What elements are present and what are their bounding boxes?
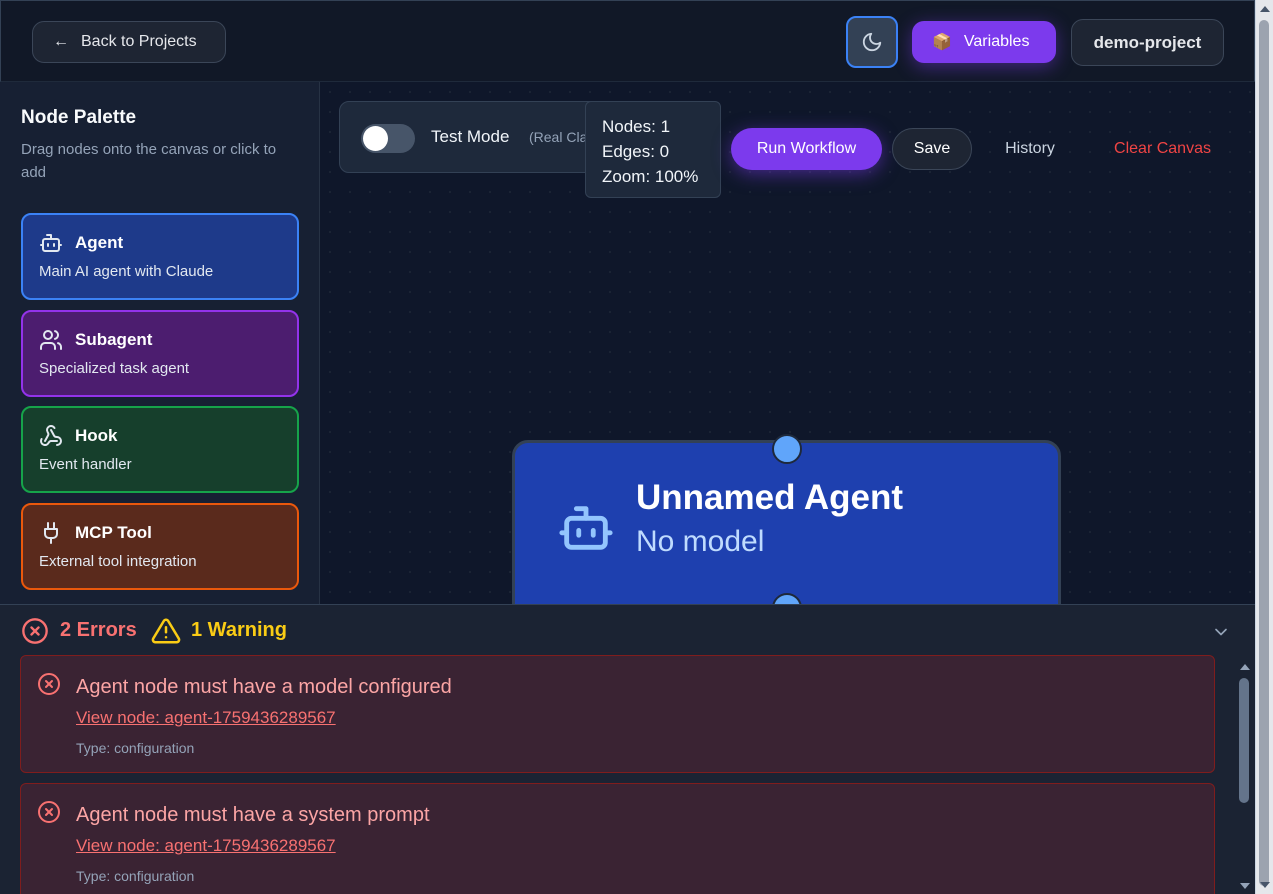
back-label: Back to Projects [81,33,197,50]
scrollbar-thumb[interactable] [1239,678,1249,803]
error-count: 2 Errors [60,619,137,641]
canvas-stats-tooltip: Nodes: 1 Edges: 0 Zoom: 100% [585,101,721,198]
test-mode-panel: Test Mode (Real Cla [339,101,609,173]
back-to-projects-button[interactable]: ← Back to Projects [32,21,226,63]
robot-icon [559,506,613,550]
palette-item-desc: External tool integration [39,553,197,570]
validation-header[interactable]: 2 Errors 1 Warning [0,605,1255,655]
palette-item-name: Subagent [75,330,153,349]
error-card: Agent node must have a system prompt Vie… [20,783,1215,894]
error-type: Type: configuration [76,868,195,884]
view-node-link[interactable]: View node: agent-1759436289567 [76,708,336,728]
errors-scrollbar[interactable] [1235,660,1255,894]
page-scrollbar-thumb[interactable] [1259,20,1269,886]
palette-item-mcp-tool[interactable]: MCP Tool External tool integration [21,503,299,590]
save-button[interactable]: Save [892,128,972,170]
test-mode-toggle[interactable] [361,124,415,153]
package-icon: 📦 [932,34,952,51]
node-title: Unnamed Agent [636,478,904,517]
palette-subtitle: Drag nodes onto the canvas or click to a… [21,141,277,181]
palette-item-agent[interactable]: Agent Main AI agent with Claude [21,213,299,300]
zoom-level: Zoom: 100% [602,167,699,186]
palette-item-hook[interactable]: Hook Event handler [21,406,299,493]
error-message: Agent node must have a system prompt [76,804,430,826]
app-root: ← Back to Projects 📦 Variables demo-proj… [0,0,1273,894]
node-input-handle[interactable] [772,434,802,464]
scroll-up-arrow-icon[interactable] [1260,6,1270,12]
project-name-button[interactable]: demo-project [1071,19,1224,66]
history-button[interactable]: History [982,128,1078,170]
nodes-count: Nodes: 1 [602,117,671,136]
test-mode-sublabel: (Real Cla [529,129,588,145]
edges-count: Edges: 0 [602,142,670,161]
validation-panel: 2 Errors 1 Warning Agent node must have … [0,604,1255,894]
robot-icon [40,234,62,252]
chevron-down-icon[interactable] [1211,622,1231,642]
scroll-down-arrow-icon[interactable] [1260,882,1270,888]
plug-icon [44,522,58,544]
view-node-link[interactable]: View node: agent-1759436289567 [76,836,336,856]
palette-item-desc: Event handler [39,456,132,473]
main-column: ← Back to Projects 📦 Variables demo-proj… [0,0,1255,894]
scroll-down-arrow-icon[interactable] [1240,883,1250,889]
error-type: Type: configuration [76,740,195,756]
top-header: ← Back to Projects 📦 Variables demo-proj… [0,0,1255,82]
palette-item-name: Agent [75,233,124,252]
palette-item-name: MCP Tool [75,523,152,542]
page-scrollbar[interactable] [1255,0,1273,894]
palette-item-name: Hook [75,426,118,445]
palette-item-desc: Specialized task agent [39,360,190,377]
clear-canvas-button[interactable]: Clear Canvas [1092,128,1233,170]
palette-item-desc: Main AI agent with Claude [39,263,214,280]
back-arrow-icon: ← [53,33,69,50]
scroll-up-arrow-icon[interactable] [1240,664,1250,670]
palette-title: Node Palette [21,107,137,128]
error-card: Agent node must have a model configured … [20,655,1215,773]
palette-item-subagent[interactable]: Subagent Specialized task agent [21,310,299,397]
workflow-canvas[interactable]: Test Mode (Real Cla Nodes: 1 Edges: 0 Zo… [320,82,1255,604]
run-workflow-button[interactable]: Run Workflow [731,128,882,170]
theme-toggle-button[interactable] [846,16,898,68]
warning-count: 1 Warning [191,619,287,641]
toggle-knob [363,126,388,151]
users-icon [40,330,62,350]
variables-label: Variables [963,33,1030,50]
variables-button[interactable]: 📦 Variables [912,21,1056,63]
node-subtitle: No model [636,525,765,558]
moon-icon [862,32,882,52]
error-circle-icon [22,618,48,644]
error-circle-icon [38,801,60,823]
error-message: Agent node must have a model configured [76,676,452,698]
node-palette: Node Palette Drag nodes onto the canvas … [0,82,320,604]
agent-node[interactable]: Unnamed Agent No model [512,440,1061,604]
warning-triangle-icon [151,618,181,644]
test-mode-label: Test Mode [431,127,510,146]
webhook-icon [40,425,62,446]
error-circle-icon [38,673,60,695]
